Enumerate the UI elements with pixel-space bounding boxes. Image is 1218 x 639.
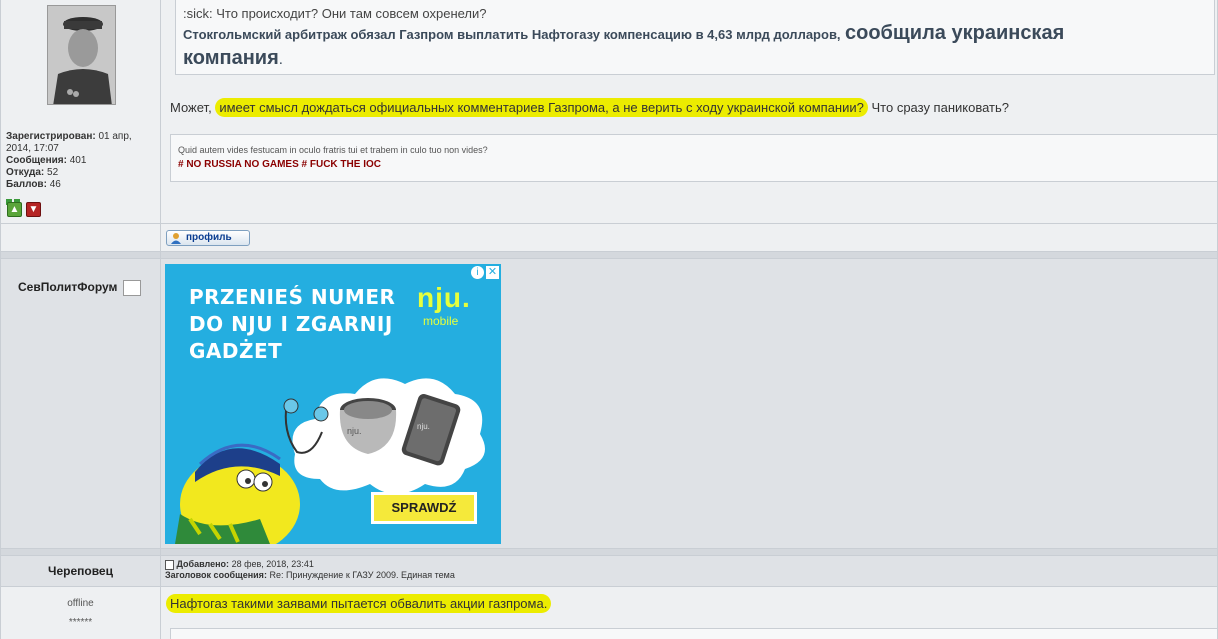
profile-icon — [170, 232, 182, 244]
user-info: Зарегистрирован: 01 апр, 2014, 17:07 Соо… — [6, 131, 158, 191]
quote-line-3: компания. — [183, 47, 283, 70]
row-divider-3 — [0, 258, 1218, 259]
ad-banner[interactable]: i ✕ PRZENIEŚ NUMER DO NJU I ZGARNIJ GADŻ… — [165, 264, 501, 544]
profile-button[interactable]: профиль — [166, 230, 250, 246]
registered-label: Зарегистрирован: — [6, 131, 96, 142]
body-highlight: имеет смысл дождаться официальных коммен… — [215, 98, 868, 117]
row-divider-2 — [0, 251, 1218, 252]
body-prefix: Может, — [170, 100, 212, 115]
broken-image-icon — [122, 280, 141, 296]
post2-author-cell — [0, 586, 161, 639]
quote-news-text: Стокгольмский арбитраж обязал Газпром вы… — [183, 27, 841, 42]
thumbs-down-icon[interactable]: ▼ — [26, 202, 41, 217]
ad-author-label: СевПолитФорум — [18, 280, 118, 295]
quote-news-company: компания — [183, 47, 279, 69]
speaker-label: nju. — [347, 426, 362, 436]
post2-body-text: Нафтогаз такими заявами пытается обвалит… — [166, 594, 552, 613]
post2-status: offline — [67, 598, 94, 609]
ad-cta-button[interactable]: SPRAWDŹ — [371, 492, 477, 524]
added-value: 28 фев, 2018, 23:41 — [231, 559, 314, 569]
ad-close-icon[interactable]: ✕ — [486, 266, 499, 279]
ad-author-cell — [0, 258, 161, 549]
post2-meta: Добавлено: 28 фев, 2018, 23:41 Заголовок… — [165, 559, 455, 581]
row-divider-4 — [0, 548, 1218, 549]
outer-border-left — [0, 0, 1, 639]
quote-period: . — [278, 51, 283, 68]
rating-squares — [6, 192, 26, 205]
post1-body-text: Может, имеет смысл дождаться официальных… — [170, 98, 1010, 117]
ad-brand-sub: mobile — [423, 314, 459, 328]
row-divider-6 — [0, 586, 1218, 587]
signature-line-1: Quid autem vides festucam in oculo fratr… — [178, 145, 488, 155]
subject-label: Заголовок сообщения: — [165, 570, 267, 580]
post2-author-name[interactable]: Череповец — [0, 564, 161, 578]
profile-button-label: профиль — [186, 232, 232, 243]
phone-illustration — [401, 394, 461, 466]
quote-line-1: :sick: Что происходит? Они там совсем ох… — [183, 6, 487, 21]
added-label: Добавлено: — [176, 559, 230, 569]
post-page-icon[interactable] — [165, 559, 174, 570]
row-divider-1 — [0, 223, 1218, 224]
signature-line-2: # NO RUSSIA NO GAMES # FUCK THE IOC — [178, 159, 381, 170]
row-divider-5 — [0, 555, 1218, 556]
thumbs-up-icon[interactable]: ▲ — [7, 202, 22, 217]
phone-label: nju. — [417, 422, 430, 431]
post2-stars: ****** — [68, 617, 93, 628]
ad-info-icon[interactable]: i — [471, 266, 484, 279]
messages-value: 401 — [69, 155, 87, 166]
from-value: 52 — [47, 167, 59, 178]
avatar-photo-icon — [48, 6, 115, 104]
from-label: Откуда: — [6, 167, 45, 178]
subject-value: Re: Принуждение к ГАЗУ 2009. Единая тема — [269, 570, 455, 580]
quote-line-2: Стокгольмский арбитраж обязал Газпром вы… — [183, 22, 1064, 45]
column-divider — [160, 0, 161, 639]
ad-headline-3: GADŻET — [189, 339, 283, 363]
ad-headline-1: PRZENIEŚ NUMER — [189, 285, 396, 309]
messages-label: Сообщения: — [6, 155, 67, 166]
points-label: Баллов: — [6, 179, 47, 190]
post2-body-highlight: Нафтогаз такими заявами пытается обвалит… — [166, 594, 552, 613]
signature-box: Quid autem vides festucam in oculo fratr… — [170, 134, 1218, 182]
points-value: 46 — [49, 179, 61, 190]
quote-news-large: сообщила украинская — [845, 22, 1065, 44]
avatar[interactable] — [47, 5, 116, 105]
ad-brand-logo: nju. — [417, 282, 471, 313]
ad-headline-2: DO NJU I ZGARNIJ — [189, 312, 393, 336]
speaker-illustration — [339, 398, 397, 454]
mascot-illustration — [175, 443, 300, 544]
quote-box: :sick: Что происходит? Они там совсем ох… — [175, 0, 1215, 75]
ad-author-name[interactable]: СевПолитФорум — [18, 280, 141, 296]
post2-quote-top — [170, 628, 1218, 639]
body-suffix: Что сразу паниковать? — [871, 100, 1010, 115]
